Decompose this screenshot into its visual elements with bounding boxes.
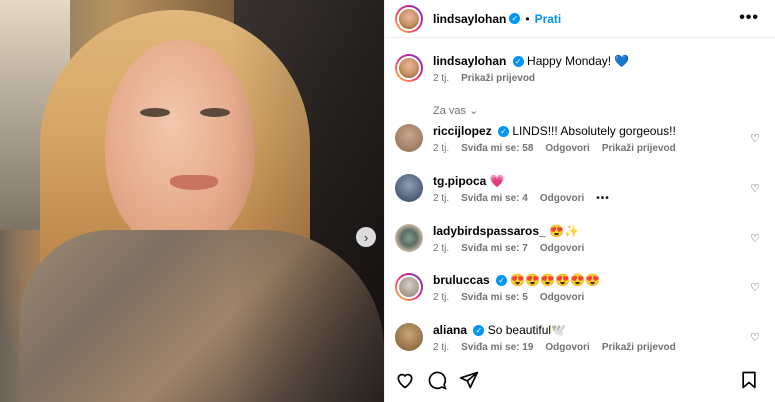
- comment-username[interactable]: aliana: [433, 323, 467, 337]
- comment-time[interactable]: 2 tj.: [433, 193, 449, 204]
- post-photo[interactable]: [0, 0, 384, 402]
- comment-time[interactable]: 2 tj.: [433, 292, 449, 303]
- avatar[interactable]: [395, 273, 423, 301]
- translate-link[interactable]: Prikaži prijevod: [461, 73, 535, 84]
- comment-username[interactable]: tg.pipoca: [433, 174, 486, 188]
- comment-text: 💗: [489, 174, 505, 188]
- comment-likes[interactable]: Sviđa mi se: 19: [461, 342, 533, 353]
- verified-badge-icon: ✓: [473, 325, 485, 337]
- comment-username[interactable]: bruluccas: [433, 273, 490, 287]
- comment-item: bruluccas ✓ 😍😍😍😍😍😍 2 tj. Sviđa mi se: 5 …: [395, 273, 765, 303]
- comment-likes[interactable]: Sviđa mi se: 4: [461, 193, 528, 204]
- caption-username[interactable]: lindsaylohan: [433, 54, 506, 68]
- comment-time[interactable]: 2 tj.: [433, 243, 449, 254]
- verified-badge-icon: ✓: [496, 275, 508, 287]
- like-comment-heart-icon[interactable]: ♡: [750, 331, 760, 344]
- comment-more-icon[interactable]: •••: [596, 193, 610, 204]
- post-action-bar: [395, 370, 765, 390]
- chevron-right-icon: ›: [363, 229, 369, 245]
- follow-button[interactable]: Prati: [535, 12, 562, 26]
- verified-badge-icon: ✓: [498, 126, 510, 138]
- comments-filter-label: Za vas: [433, 105, 467, 117]
- comment-item: riccijlopez ✓ LINDS!!! Absolutely gorgeo…: [395, 124, 765, 154]
- post-caption: lindsaylohan ✓ Happy Monday! 💙 2 tj. Pri…: [395, 54, 765, 84]
- comment-item: aliana ✓ So beautiful🕊️ 2 tj. Sviđa mi s…: [395, 323, 765, 353]
- post-header: lindsaylohan ✓ • Prati •••: [385, 0, 775, 38]
- like-comment-heart-icon[interactable]: ♡: [750, 281, 760, 294]
- like-comment-heart-icon[interactable]: ♡: [750, 132, 760, 145]
- avatar[interactable]: [395, 4, 423, 33]
- comments-filter[interactable]: Za vas ⌄: [433, 104, 478, 117]
- comment-text: 😍😍😍😍😍😍: [510, 273, 601, 287]
- post-username[interactable]: lindsaylohan: [433, 12, 506, 26]
- like-comment-heart-icon[interactable]: ♡: [750, 182, 760, 195]
- verified-badge-icon: ✓: [512, 56, 524, 68]
- verified-badge-icon: ✓: [509, 13, 521, 24]
- comment-time[interactable]: 2 tj.: [433, 342, 449, 353]
- like-comment-heart-icon[interactable]: ♡: [750, 232, 760, 245]
- comment-item: tg.pipoca 💗 2 tj. Sviđa mi se: 4 Odgovor…: [395, 174, 765, 204]
- reply-button[interactable]: Odgovori: [540, 193, 584, 204]
- comment-username[interactable]: ladybirdspassaros_: [433, 224, 546, 238]
- header-separator: •: [525, 11, 530, 26]
- comment-text: So beautiful🕊️: [487, 323, 567, 337]
- like-heart-icon[interactable]: [395, 370, 415, 390]
- translate-link[interactable]: Prikaži prijevod: [602, 143, 676, 154]
- reply-button[interactable]: Odgovori: [545, 143, 589, 154]
- comment-text: 😍✨: [549, 224, 579, 238]
- photo-shade: [0, 0, 384, 402]
- avatar[interactable]: [395, 174, 423, 202]
- more-options-icon[interactable]: •••: [739, 9, 759, 27]
- avatar[interactable]: [395, 124, 423, 152]
- chevron-down-icon: ⌄: [469, 105, 479, 117]
- post-side-panel: lindsaylohan ✓ • Prati ••• lindsaylohan …: [384, 0, 775, 402]
- avatar[interactable]: [395, 224, 423, 252]
- caption-time[interactable]: 2 tj.: [433, 73, 449, 84]
- comment-bubble-icon[interactable]: [427, 370, 447, 390]
- comment-likes[interactable]: Sviđa mi se: 7: [461, 243, 528, 254]
- avatar[interactable]: [395, 54, 423, 82]
- reply-button[interactable]: Odgovori: [540, 292, 584, 303]
- translate-link[interactable]: Prikaži prijevod: [602, 342, 676, 353]
- comment-time[interactable]: 2 tj.: [433, 143, 449, 154]
- reply-button[interactable]: Odgovori: [545, 342, 589, 353]
- caption-text: Happy Monday! 💙: [527, 54, 630, 68]
- comment-item: ladybirdspassaros_ 😍✨ 2 tj. Sviđa mi se:…: [395, 224, 765, 254]
- comment-text: LINDS!!! Absolutely gorgeous!!: [512, 124, 676, 138]
- share-send-icon[interactable]: [459, 370, 479, 390]
- save-bookmark-icon[interactable]: [739, 370, 759, 390]
- comment-likes[interactable]: Sviđa mi se: 5: [461, 292, 528, 303]
- reply-button[interactable]: Odgovori: [540, 243, 584, 254]
- comment-likes[interactable]: Sviđa mi se: 58: [461, 143, 533, 154]
- comment-username[interactable]: riccijlopez: [433, 124, 492, 138]
- next-photo-button[interactable]: ›: [356, 227, 376, 247]
- avatar[interactable]: [395, 323, 423, 351]
